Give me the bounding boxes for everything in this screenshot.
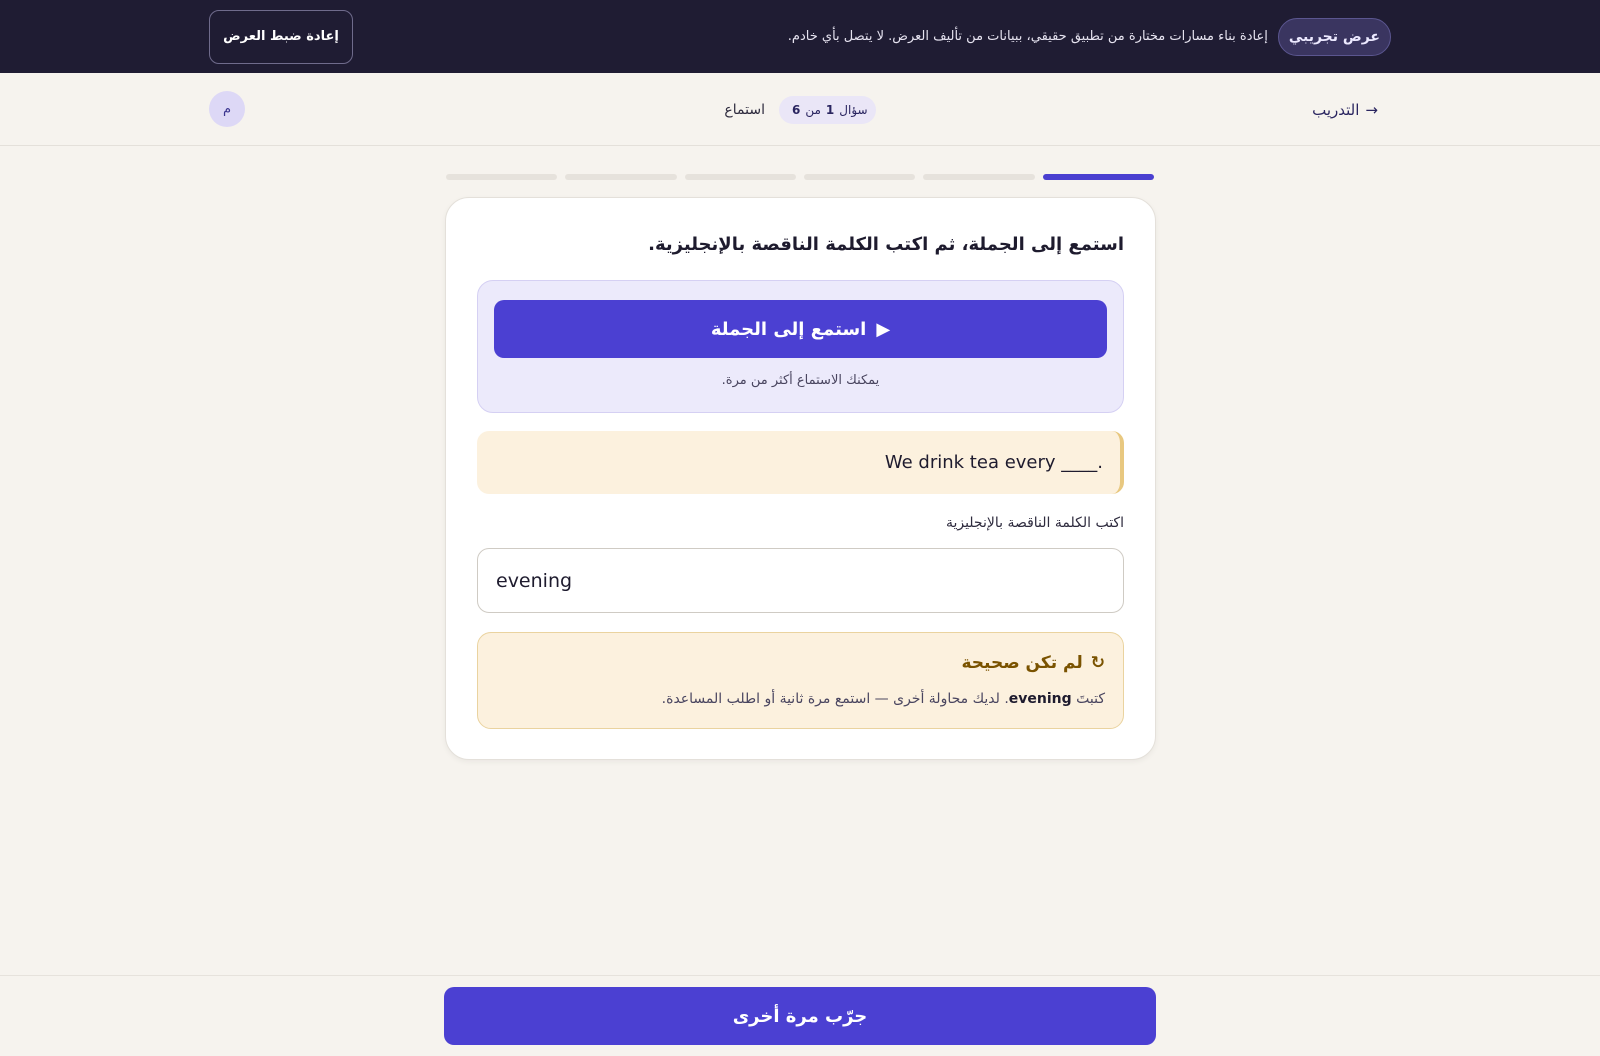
feedback-message: كتبتَ evening. لديك محاولة أخرى — استمع … (661, 691, 1105, 707)
feedback-title-text: لم تكن صحيحة (961, 653, 1083, 673)
try-again-button[interactable]: جرّب مرة أخرى (444, 987, 1156, 1045)
progress-segment (804, 174, 916, 180)
progress-segment (923, 174, 1035, 180)
answer-input[interactable] (477, 548, 1124, 613)
feedback-title: ↻ لم تكن صحيحة (961, 653, 1105, 673)
question-card: استمع إلى الجملة، ثم اكتب الكلمة الناقصة… (445, 197, 1156, 760)
demo-badge: عرض تجريبي (1277, 17, 1391, 56)
feedback-panel: ↻ لم تكن صحيحة كتبتَ evening. لديك محاول… (477, 632, 1124, 729)
listen-hint: يمكنك الاستماع أكثر من مرة. (721, 373, 880, 388)
exercise-mode-label: استماع (724, 101, 765, 118)
footer-bar: جرّب مرة أخرى (0, 975, 1600, 1056)
reset-demo-button[interactable]: إعادة ضبط العرض (209, 9, 353, 64)
sentence-panel: We drink tea every ____. (477, 431, 1124, 494)
top-navigation: → التدريب سؤال 1 من 6 استماع م (0, 73, 1600, 146)
question-instruction: استمع إلى الجملة، ثم اكتب الكلمة الناقصة… (648, 234, 1124, 255)
question-counter: سؤال 1 من 6 (778, 95, 876, 124)
listen-button-label: استمع إلى الجملة (710, 318, 867, 340)
demo-banner: عرض تجريبي إعادة بناء مسارات مختارة من ت… (0, 0, 1600, 73)
retry-icon: ↻ (1090, 653, 1105, 673)
demo-banner-text: إعادة بناء مسارات مختارة من تطبيق حقيقي،… (787, 29, 1268, 44)
listen-panel: ▶ استمع إلى الجملة يمكنك الاستماع أكثر م… (477, 280, 1124, 413)
answer-field-label: اكتب الكلمة الناقصة بالإنجليزية (945, 515, 1124, 531)
feedback-answer: evening (1008, 691, 1072, 707)
progress-bar (446, 174, 1154, 181)
listen-button[interactable]: ▶ استمع إلى الجملة (494, 300, 1107, 358)
progress-segment (446, 174, 558, 180)
progress-segment (565, 174, 677, 180)
progress-segment (684, 174, 797, 180)
play-icon: ▶ (876, 318, 891, 340)
sentence-text: We drink tea every ____. (884, 452, 1103, 473)
progress-segment (1042, 174, 1154, 180)
avatar[interactable]: م (209, 91, 245, 127)
demo-banner-message: عرض تجريبي إعادة بناء مسارات مختارة من ت… (787, 17, 1391, 56)
